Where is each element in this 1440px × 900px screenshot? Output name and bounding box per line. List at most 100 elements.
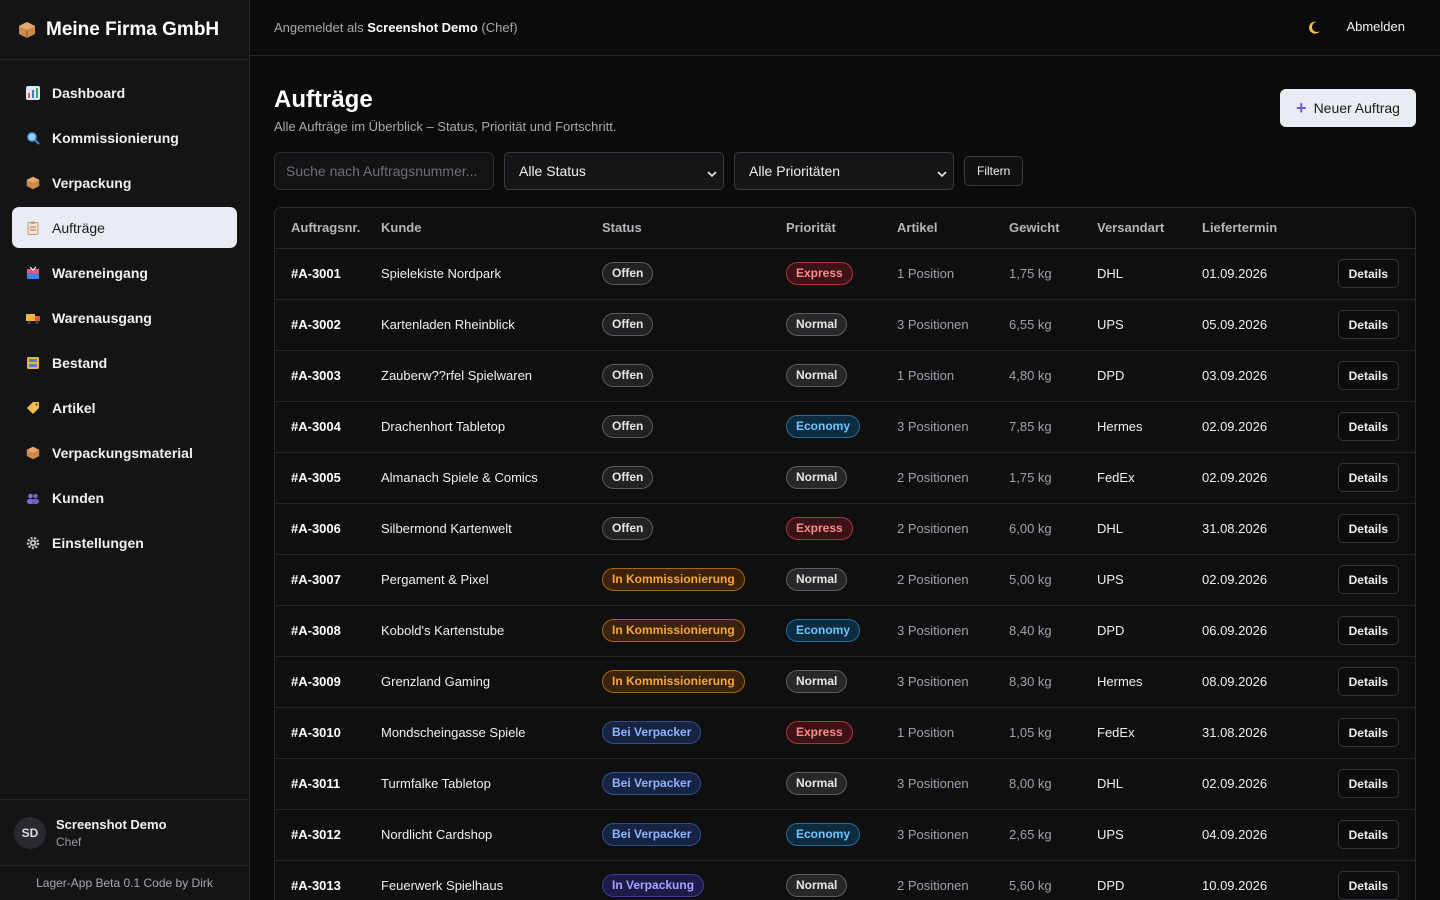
page-title: Aufträge <box>274 86 373 113</box>
customer-name: Pergament & Pixel <box>381 554 602 606</box>
order-id[interactable]: #A-3001 <box>275 248 381 300</box>
table-row[interactable]: #A-3005 Almanach Spiele & Comics Offen Norm… <box>275 452 1415 504</box>
sidebar: Meine Firma GmbH Dashboard Kommissionieru… <box>0 0 250 900</box>
order-id[interactable]: #A-3003 <box>275 350 381 402</box>
column-header: Status <box>602 208 786 249</box>
priority-badge: Economy <box>786 619 861 642</box>
priority-cell: Normal <box>786 758 897 810</box>
customer-name: Turmfalke Tabletop <box>381 758 602 810</box>
sidebar-nav: Dashboard Kommissionierung Verpackung Auftr… <box>0 60 249 579</box>
order-id[interactable]: #A-3006 <box>275 503 381 555</box>
order-id[interactable]: #A-3004 <box>275 401 381 453</box>
details-button[interactable]: Details <box>1337 616 1399 645</box>
priority-badge: Normal <box>786 670 848 693</box>
logout-button[interactable]: Abmelden <box>1346 19 1405 34</box>
order-id[interactable]: #A-3009 <box>275 656 381 708</box>
delivery-date: 02.09.2026 <box>1202 452 1314 504</box>
column-header: Auftragsnr. <box>275 208 381 249</box>
priority-cell: Normal <box>786 350 897 402</box>
table-row[interactable]: #A-3003 Zauberw??rfel Spielwaren Offen Norm… <box>275 350 1415 402</box>
table-row[interactable]: #A-3002 Kartenladen Rheinblick Offen Normal… <box>275 299 1415 351</box>
status-cell: Offen <box>602 299 786 351</box>
table-row[interactable]: #A-3008 Kobold's Kartenstube In Kommission… <box>275 605 1415 657</box>
status-cell: Bei Verpacker <box>602 707 786 759</box>
order-id[interactable]: #A-3002 <box>275 299 381 351</box>
table-row[interactable]: #A-3012 Nordlicht Cardshop Bei Verpacker Ec… <box>275 809 1415 861</box>
sidebar-item-warenausgang[interactable]: Warenausgang <box>12 297 237 338</box>
priority-select[interactable]: Alle Prioritäten <box>734 152 954 190</box>
status-select[interactable]: Alle Status <box>504 152 724 190</box>
table-row[interactable]: #A-3007 Pergament & Pixel In Kommissionier… <box>275 554 1415 606</box>
item-count: 2 Positionen <box>897 554 1009 606</box>
shipping-method: UPS <box>1097 299 1202 351</box>
sidebar-item-bestand[interactable]: Bestand <box>12 342 237 383</box>
search-input[interactable] <box>274 152 494 190</box>
details-button[interactable]: Details <box>1337 820 1399 849</box>
details-button[interactable]: Details <box>1337 412 1399 441</box>
details-button[interactable]: Details <box>1337 310 1399 339</box>
shipping-method: Hermes <box>1097 401 1202 453</box>
new-order-label: Neuer Auftrag <box>1313 100 1400 116</box>
chevron-down-icon <box>937 166 947 178</box>
table-row[interactable]: #A-3010 Mondscheingasse Spiele Bei Verpack… <box>275 707 1415 759</box>
table-row[interactable]: #A-3001 Spielekiste Nordpark Offen Express 1… <box>275 248 1415 300</box>
item-count: 3 Positionen <box>897 299 1009 351</box>
status-cell: Bei Verpacker <box>602 809 786 861</box>
status-badge: Offen <box>602 517 654 540</box>
details-button[interactable]: Details <box>1337 361 1399 390</box>
sidebar-item-kunden[interactable]: Kunden <box>12 477 237 518</box>
sidebar-item-artikel[interactable]: Artikel <box>12 387 237 428</box>
details-button[interactable]: Details <box>1337 769 1399 798</box>
shipping-method: DPD <box>1097 860 1202 900</box>
filter-bar: Alle Status Alle Prioritäten Filtern <box>274 152 1024 190</box>
sidebar-item-kommissionierung[interactable]: Kommissionierung <box>12 117 237 158</box>
table-row[interactable]: #A-3009 Grenzland Gaming In Kommissionieru… <box>275 656 1415 708</box>
table-row[interactable]: #A-3013 Feuerwerk Spielhaus In Verpackung N… <box>275 860 1415 900</box>
sidebar-item-label: Artikel <box>52 399 96 416</box>
priority-cell: Economy <box>786 605 897 657</box>
details-button[interactable]: Details <box>1337 514 1399 543</box>
action-cell: Details <box>1314 758 1415 810</box>
moon-icon[interactable] <box>1306 20 1322 36</box>
brand[interactable]: Meine Firma GmbH <box>0 0 249 60</box>
clipboard-icon <box>26 221 40 235</box>
table-row[interactable]: #A-3006 Silbermond Kartenwelt Offen Express… <box>275 503 1415 555</box>
sidebar-item-verpackungsmaterial[interactable]: Verpackungsmaterial <box>12 432 237 473</box>
details-button[interactable]: Details <box>1337 565 1399 594</box>
details-button[interactable]: Details <box>1337 259 1399 288</box>
weight: 1,75 kg <box>1009 452 1097 504</box>
sidebar-item-verpackung[interactable]: Verpackung <box>12 162 237 203</box>
inbox-icon <box>26 266 40 280</box>
status-cell: In Kommissionierung <box>602 554 786 606</box>
priority-select-value: Alle Prioritäten <box>749 163 841 179</box>
table-row[interactable]: #A-3004 Drachenhort Tabletop Offen Economy 3… <box>275 401 1415 453</box>
sidebar-item-label: Kunden <box>52 489 105 506</box>
details-button[interactable]: Details <box>1337 463 1399 492</box>
details-button[interactable]: Details <box>1337 667 1399 696</box>
sidebar-item-einstellungen[interactable]: Einstellungen <box>12 522 237 563</box>
order-id[interactable]: #A-3010 <box>275 707 381 759</box>
filter-button[interactable]: Filtern <box>964 156 1024 186</box>
details-button[interactable]: Details <box>1337 718 1399 747</box>
order-id[interactable]: #A-3007 <box>275 554 381 606</box>
user-profile[interactable]: SD Screenshot Demo Chef <box>0 799 249 865</box>
sidebar-item-dashboard[interactable]: Dashboard <box>12 72 237 113</box>
new-order-button[interactable]: + Neuer Auftrag <box>1280 89 1416 127</box>
priority-cell: Express <box>786 248 897 300</box>
details-button[interactable]: Details <box>1337 871 1399 900</box>
order-id[interactable]: #A-3012 <box>275 809 381 861</box>
order-id[interactable]: #A-3011 <box>275 758 381 810</box>
status-badge: Bei Verpacker <box>602 721 702 744</box>
package-icon <box>26 176 40 190</box>
order-id[interactable]: #A-3008 <box>275 605 381 657</box>
order-id[interactable]: #A-3013 <box>275 860 381 900</box>
sidebar-item-wareneingang[interactable]: Wareneingang <box>12 252 237 293</box>
table-row[interactable]: #A-3011 Turmfalke Tabletop Bei Verpacker No… <box>275 758 1415 810</box>
sidebar-item-label: Dashboard <box>52 84 126 101</box>
order-id[interactable]: #A-3005 <box>275 452 381 504</box>
plus-icon: + <box>1296 98 1307 118</box>
sidebar-item-aufträge[interactable]: Aufträge <box>12 207 237 248</box>
avatar: SD <box>14 816 46 849</box>
tag-icon <box>26 401 40 415</box>
truck-icon <box>26 311 40 325</box>
